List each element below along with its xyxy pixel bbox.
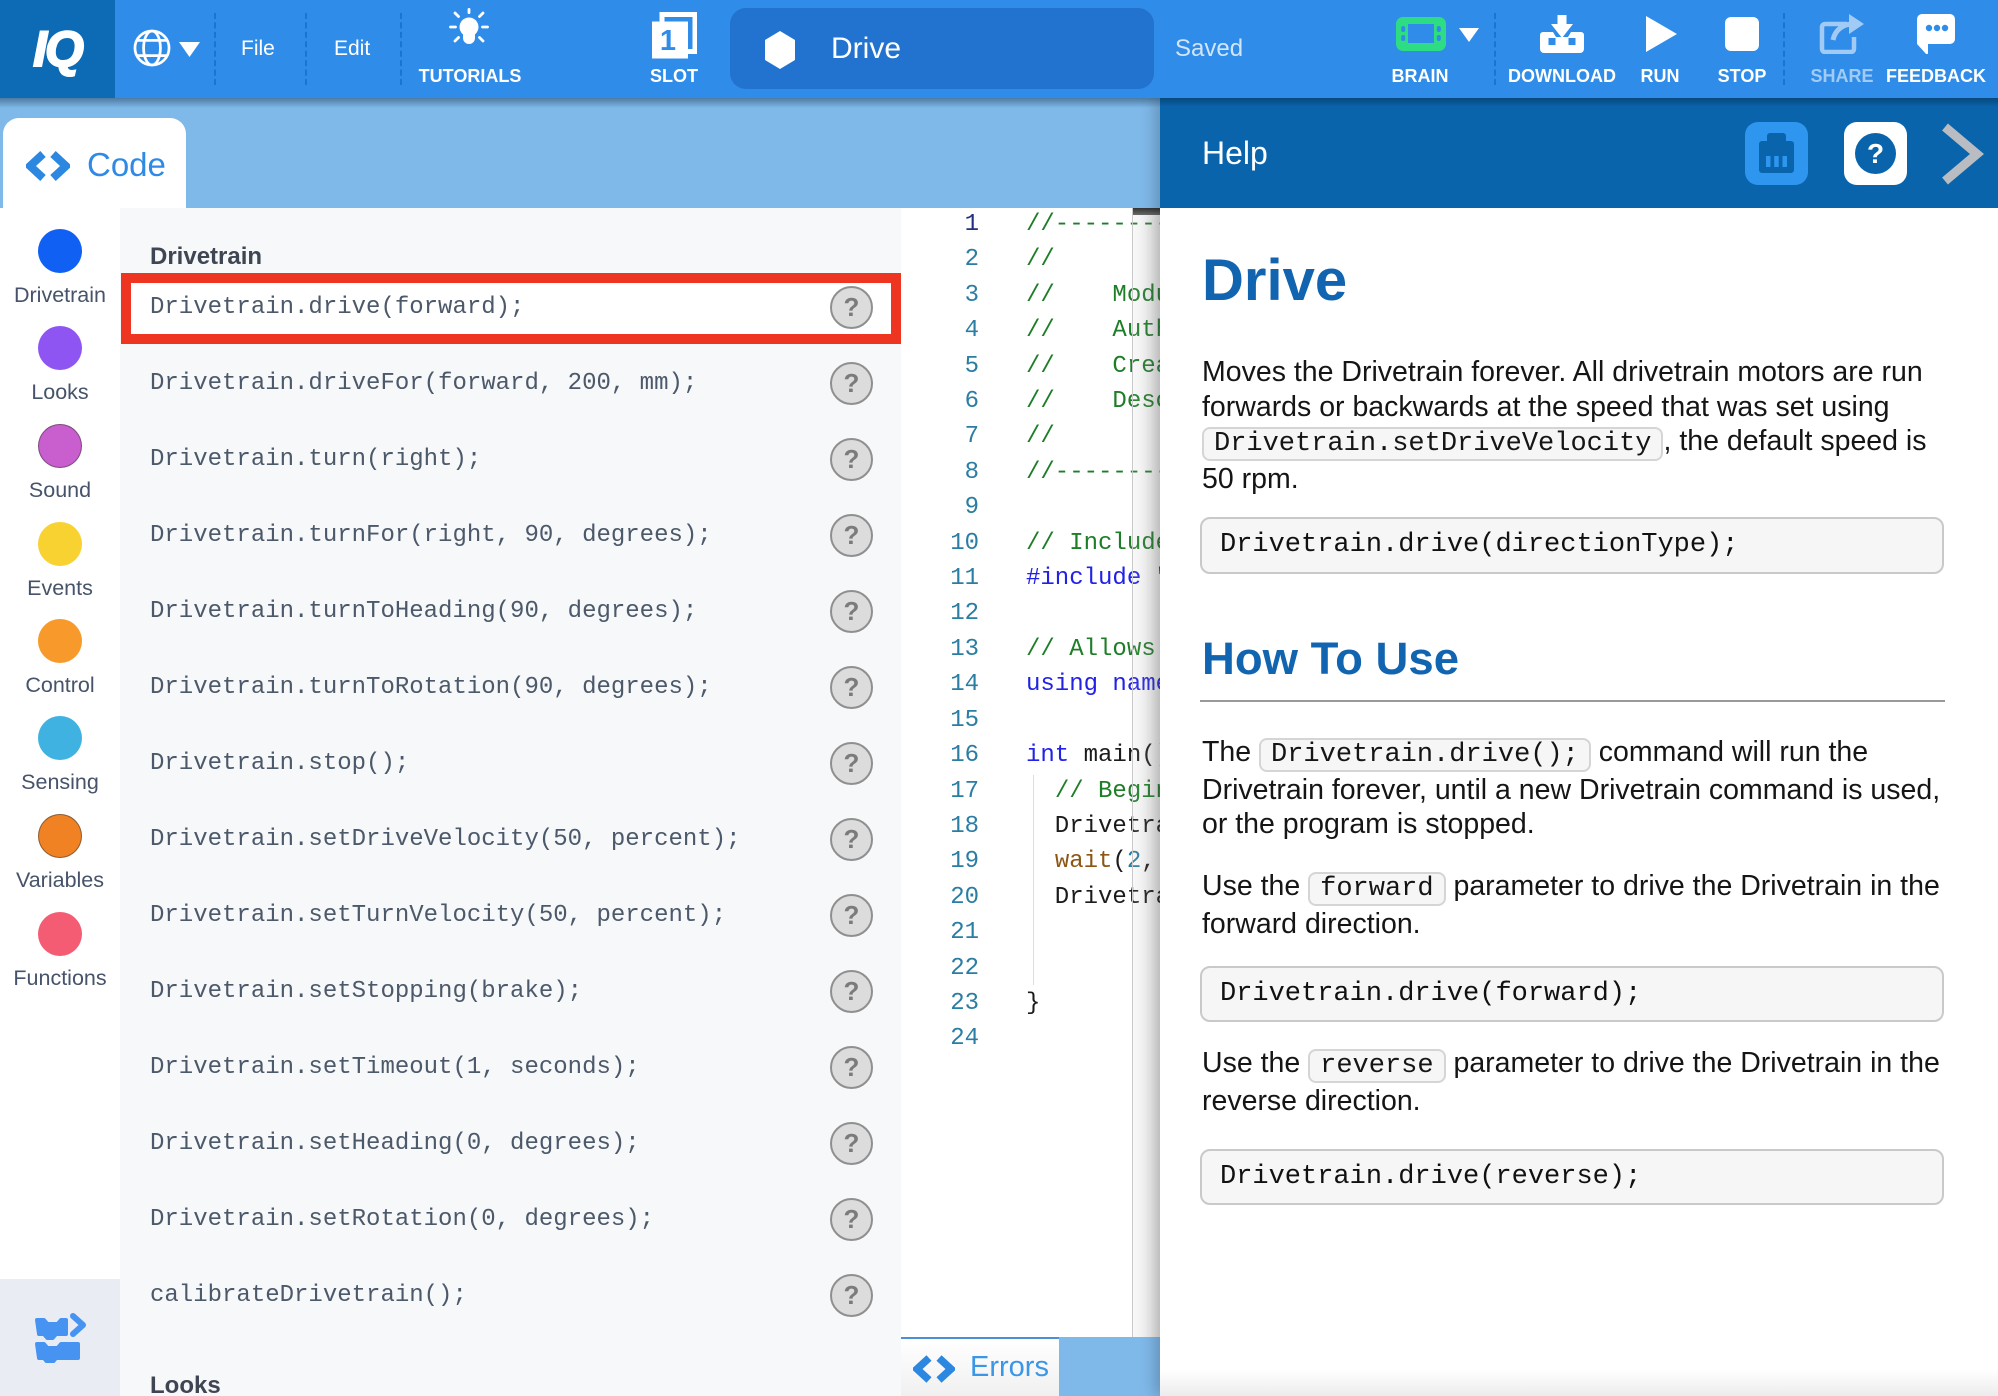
svg-text:1: 1: [660, 25, 676, 57]
